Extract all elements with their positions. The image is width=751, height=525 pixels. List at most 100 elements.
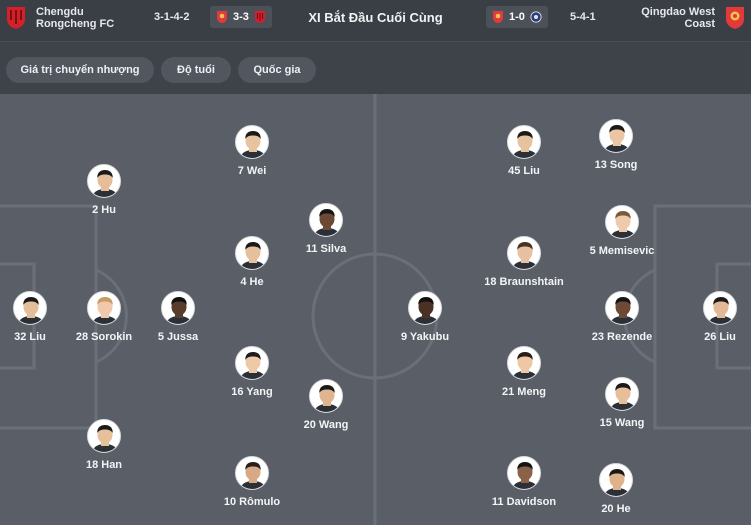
player-headshot-icon	[91, 297, 119, 324]
player-avatar	[507, 346, 541, 380]
player-headshot-icon	[91, 425, 119, 452]
player-headshot-icon	[313, 209, 341, 236]
player-headshot-icon	[707, 297, 735, 324]
player-headshot-icon	[609, 297, 637, 324]
away-player-wang[interactable]: 15 Wang	[572, 377, 672, 429]
away-h2h-pill[interactable]: 1-0	[486, 6, 548, 28]
player-name: 11 Davidson	[491, 496, 557, 508]
player-name: 5 Jussa	[157, 331, 199, 343]
home-player-wei[interactable]: 7 Wei	[202, 125, 302, 177]
player-avatar	[309, 203, 343, 237]
home-player-hu[interactable]: 2 Hu	[54, 164, 154, 216]
player-headshot-icon	[603, 469, 631, 496]
player-avatar	[87, 419, 121, 453]
filter-market-value[interactable]: Giá trị chuyển nhượng	[6, 57, 154, 83]
player-name: 4 He	[240, 276, 264, 288]
player-headshot-icon	[239, 352, 267, 379]
player-name: 45 Liu	[508, 165, 540, 177]
home-player-wang[interactable]: 20 Wang	[276, 379, 376, 431]
home-team-name-line1: Chengdu	[36, 6, 84, 18]
away-player-braunshtain[interactable]: 18 Braunshtain	[474, 236, 574, 288]
player-name: 9 Yakubu	[400, 331, 450, 343]
home-h2h-pill[interactable]: 3-3	[210, 6, 272, 28]
player-headshot-icon	[511, 242, 539, 269]
filter-nationality[interactable]: Quốc gia	[238, 57, 316, 83]
player-avatar	[408, 291, 442, 325]
player-name: 2 Hu	[92, 204, 116, 216]
player-headshot-icon	[239, 462, 267, 489]
player-avatar	[507, 125, 541, 159]
player-avatar	[235, 236, 269, 270]
away-player-yakubu[interactable]: 9 Yakubu	[375, 291, 475, 343]
lineup-title: XI Bắt Đầu Cuối Cùng	[308, 10, 443, 25]
home-formation: 3-1-4-2	[154, 11, 190, 23]
player-name: 20 Wang	[303, 419, 349, 431]
player-headshot-icon	[609, 211, 637, 238]
player-name: 7 Wei	[237, 165, 267, 177]
filter-age[interactable]: Độ tuổi	[161, 57, 231, 83]
player-avatar	[235, 125, 269, 159]
away-player-meng[interactable]: 21 Meng	[474, 346, 574, 398]
away-player-song[interactable]: 13 Song	[566, 119, 666, 171]
qingdao-mini-crest-icon	[493, 11, 503, 23]
player-headshot-icon	[609, 383, 637, 410]
player-headshot-icon	[313, 385, 341, 412]
home-player-he[interactable]: 4 He	[202, 236, 302, 288]
chengdu-crest-icon	[7, 7, 25, 29]
player-name: 13 Song	[594, 159, 638, 171]
player-avatar	[87, 164, 121, 198]
player-headshot-icon	[165, 297, 193, 324]
player-avatar	[235, 346, 269, 380]
player-avatar	[13, 291, 47, 325]
player-headshot-icon	[603, 125, 631, 152]
player-name: 10 Rômulo	[223, 496, 281, 508]
home-player-romulo[interactable]: 10 Rômulo	[202, 456, 302, 508]
chengdu-mini-crest-icon	[254, 11, 265, 23]
player-headshot-icon	[91, 170, 119, 197]
player-name: 21 Meng	[501, 386, 546, 398]
player-avatar	[605, 205, 639, 239]
player-name: 15 Wang	[599, 417, 645, 429]
player-name: 5 Memisevic	[589, 245, 655, 257]
player-avatar	[703, 291, 737, 325]
away-player-liu-45[interactable]: 45 Liu	[474, 125, 574, 177]
player-name: 18 Braunshtain	[484, 276, 564, 288]
filter-bar: Giá trị chuyển nhượng Độ tuổi Quốc gia	[0, 42, 751, 94]
away-player-memisevic[interactable]: 5 Memisevic	[572, 205, 672, 257]
home-player-han[interactable]: 18 Han	[54, 419, 154, 471]
home-team-name[interactable]: Chengdu Rongcheng FC	[36, 6, 114, 30]
opponent-badge-icon	[530, 11, 542, 23]
away-player-he[interactable]: 20 He	[566, 463, 666, 515]
player-avatar	[87, 291, 121, 325]
player-name: 23 Rezende	[591, 331, 653, 343]
player-headshot-icon	[511, 462, 539, 489]
away-h2h-score: 1-0	[509, 11, 525, 23]
away-player-rezende[interactable]: 23 Rezende	[572, 291, 672, 343]
player-name: 18 Han	[85, 459, 123, 471]
match-header: Chengdu Rongcheng FC 3-1-4-2 3-3 XI Bắt …	[0, 0, 751, 42]
away-team-name-line2: Coast	[684, 18, 715, 30]
player-avatar	[309, 379, 343, 413]
pitch: 7 Wei 2 Hu 11 Silva 4 He 32 Liu 28 Sorok…	[0, 94, 751, 525]
away-player-liu-26[interactable]: 26 Liu	[670, 291, 751, 343]
player-headshot-icon	[239, 242, 267, 269]
player-avatar	[507, 456, 541, 490]
player-avatar	[235, 456, 269, 490]
away-formation: 5-4-1	[570, 11, 596, 23]
player-avatar	[507, 236, 541, 270]
player-avatar	[599, 463, 633, 497]
home-h2h-score: 3-3	[233, 11, 249, 23]
qingdao-crest-icon	[726, 7, 744, 29]
player-headshot-icon	[511, 131, 539, 158]
player-headshot-icon	[412, 297, 440, 324]
player-avatar	[599, 119, 633, 153]
player-avatar	[161, 291, 195, 325]
player-headshot-icon	[239, 131, 267, 158]
player-headshot-icon	[511, 352, 539, 379]
player-name: 20 He	[601, 503, 631, 515]
away-player-davidson[interactable]: 11 Davidson	[474, 456, 574, 508]
player-name: 26 Liu	[704, 331, 736, 343]
away-team-name[interactable]: Qingdao West Coast	[641, 6, 715, 30]
home-player-jussa[interactable]: 5 Jussa	[128, 291, 228, 343]
away-team-name-line1: Qingdao West	[641, 6, 715, 18]
